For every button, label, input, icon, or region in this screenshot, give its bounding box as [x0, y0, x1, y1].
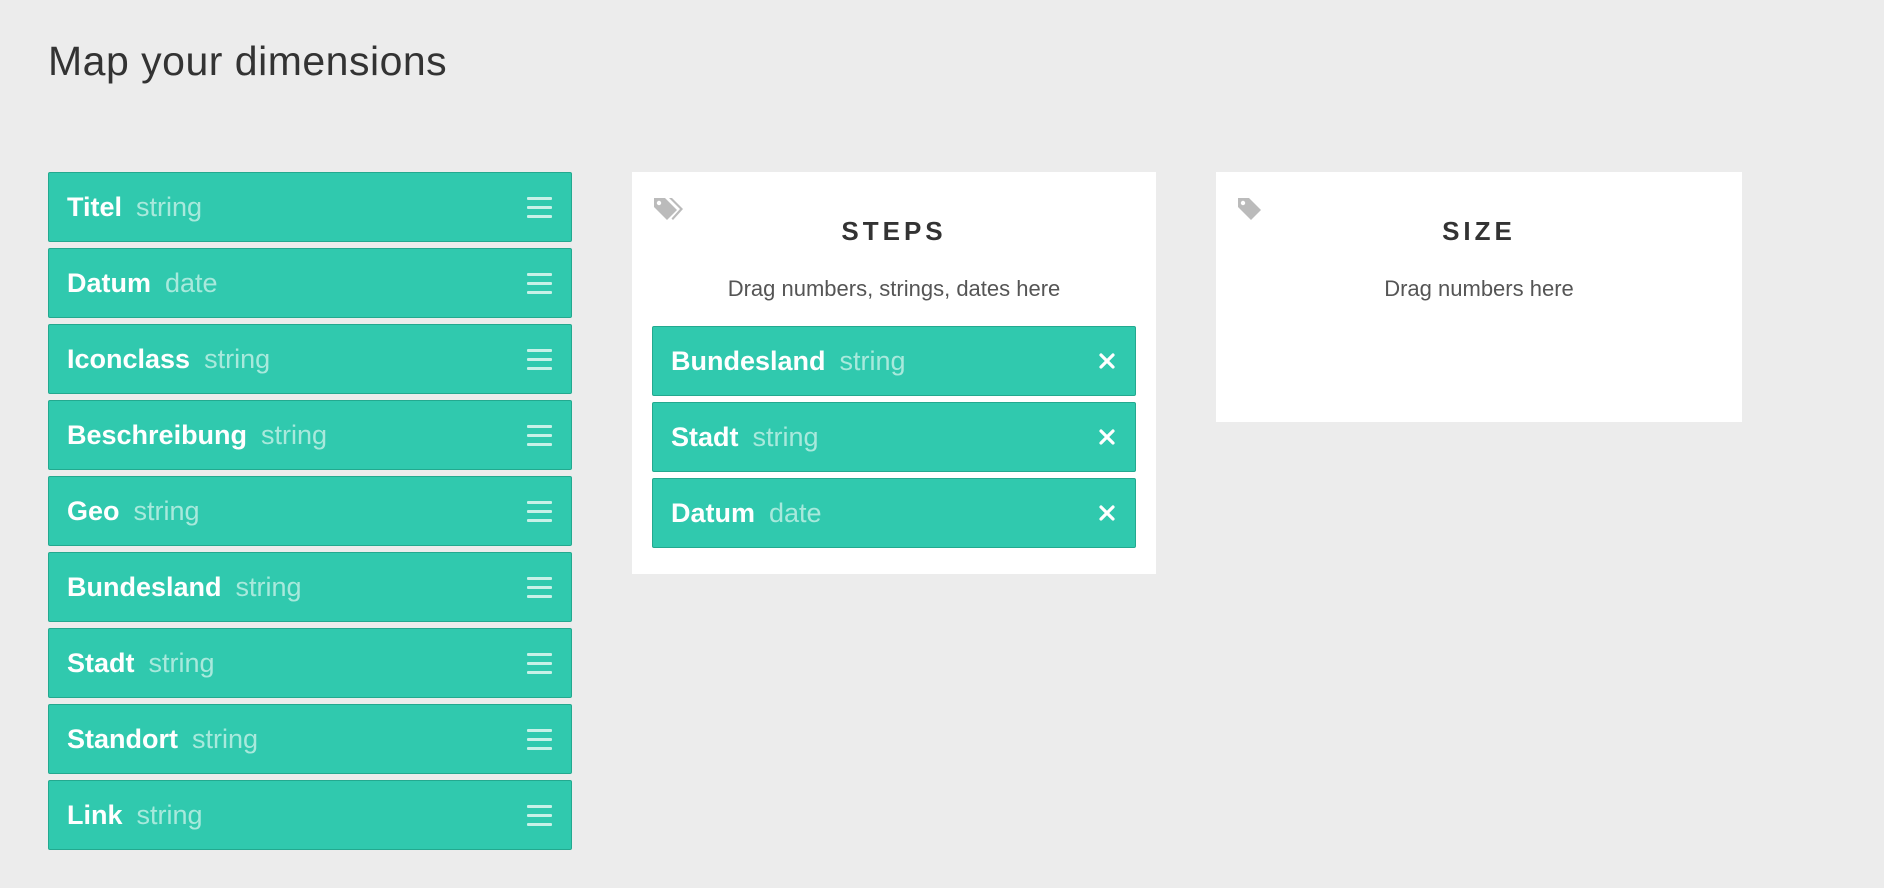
dimension-name: Iconclass: [67, 343, 191, 374]
drag-handle-icon[interactable]: [527, 273, 552, 294]
mapped-item-stadt[interactable]: Stadt string: [652, 402, 1136, 472]
dimension-name: Titel: [67, 191, 123, 222]
mapped-item-datum[interactable]: Datum date: [652, 478, 1136, 548]
dimension-name: Beschreibung: [67, 419, 248, 450]
dimension-name: Bundesland: [671, 345, 826, 376]
drag-handle-icon[interactable]: [527, 805, 552, 826]
size-title: SIZE: [1442, 216, 1516, 246]
dimension-type: string: [148, 647, 215, 678]
dimension-type: string: [136, 191, 203, 222]
mapped-item-bundesland[interactable]: Bundesland string: [652, 326, 1136, 396]
dimension-list: Titel string Datum date Iconclass string…: [48, 172, 572, 856]
dimension-type: string: [204, 343, 271, 374]
dimension-type: date: [769, 497, 822, 528]
dimension-name: Datum: [671, 497, 756, 528]
drag-handle-icon[interactable]: [527, 425, 552, 446]
dimension-type: date: [165, 267, 218, 298]
dimension-name: Geo: [67, 495, 120, 526]
dimension-item-iconclass[interactable]: Iconclass string: [48, 324, 572, 394]
drag-handle-icon[interactable]: [527, 501, 552, 522]
dimension-item-link[interactable]: Link string: [48, 780, 572, 850]
size-dropzone[interactable]: SIZE Drag numbers here: [1216, 172, 1742, 422]
dimension-type: string: [192, 723, 259, 754]
drag-handle-icon[interactable]: [527, 577, 552, 598]
steps-dropzone[interactable]: STEPS Drag numbers, strings, dates here …: [632, 172, 1156, 574]
steps-title: STEPS: [841, 216, 947, 246]
drag-handle-icon[interactable]: [527, 653, 552, 674]
dimension-item-titel[interactable]: Titel string: [48, 172, 572, 242]
dimension-item-beschreibung[interactable]: Beschreibung string: [48, 400, 572, 470]
drag-handle-icon[interactable]: [527, 729, 552, 750]
page-title: Map your dimensions: [48, 38, 448, 84]
dimension-item-datum[interactable]: Datum date: [48, 248, 572, 318]
drag-handle-icon[interactable]: [527, 197, 552, 218]
dimension-name: Link: [67, 799, 123, 830]
dimension-name: Stadt: [67, 647, 135, 678]
dimension-name: Bundesland: [67, 571, 222, 602]
steps-hint: Drag numbers, strings, dates here: [727, 276, 1061, 301]
steps-mapped-list: Bundesland string Stadt string Datum dat…: [652, 326, 1136, 554]
remove-icon[interactable]: [1097, 427, 1117, 447]
dimension-item-standort[interactable]: Standort string: [48, 704, 572, 774]
remove-icon[interactable]: [1097, 351, 1117, 371]
size-hint: Drag numbers here: [1384, 276, 1574, 301]
dimension-name: Stadt: [671, 421, 739, 452]
dimension-item-bundesland[interactable]: Bundesland string: [48, 552, 572, 622]
dimension-item-stadt[interactable]: Stadt string: [48, 628, 572, 698]
dimension-type: string: [133, 495, 200, 526]
dimension-type: string: [235, 571, 302, 602]
dimension-item-geo[interactable]: Geo string: [48, 476, 572, 546]
dimension-type: string: [839, 345, 906, 376]
drag-handle-icon[interactable]: [527, 349, 552, 370]
dimension-name: Standort: [67, 723, 178, 754]
dimension-type: string: [261, 419, 328, 450]
remove-icon[interactable]: [1097, 503, 1117, 523]
dimension-name: Datum: [67, 267, 152, 298]
dimension-type: string: [752, 421, 819, 452]
dimension-type: string: [136, 799, 203, 830]
